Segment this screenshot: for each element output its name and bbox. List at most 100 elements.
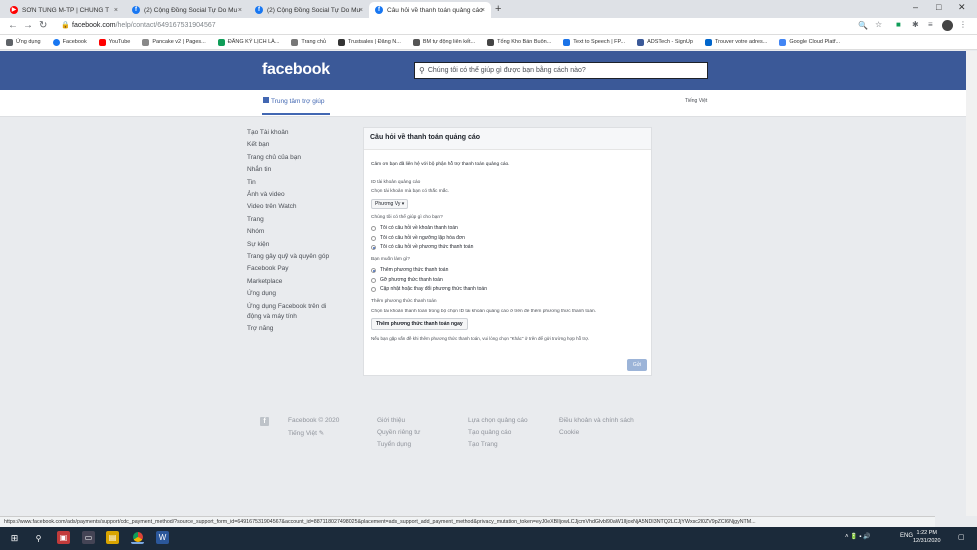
bookmark-item[interactable]: YouTube — [98, 38, 130, 46]
bookmark-item[interactable]: Trustsales | Đăng N... — [337, 38, 401, 46]
footer-link[interactable]: Điều khoản và chính sách — [559, 417, 634, 424]
chevron-down-icon: ▾ — [401, 201, 405, 207]
intro-text: Cảm ơn bạn đã liên hệ với bộ phận hỗ trợ… — [371, 162, 510, 167]
radio-option[interactable]: Tôi có câu hỏi về khoản thanh toán — [371, 225, 458, 231]
nav-item[interactable]: Ảnh và video — [247, 189, 342, 201]
footer-language[interactable]: Tiếng Việt ✎ — [288, 429, 324, 437]
footer-link[interactable]: Quyền riêng tư — [377, 429, 420, 436]
radio-option[interactable]: Cập nhật hoặc thay đổi phương thức thanh… — [371, 286, 487, 292]
browser-tab[interactable]: f (2) Cộng Đồng Social Tự Do Mu × — [249, 2, 369, 18]
copyright: Facebook © 2020 — [288, 417, 340, 424]
app-icon[interactable]: ▣ — [57, 531, 70, 544]
bookmark-item[interactable]: Trouver votre adres... — [704, 38, 767, 46]
windows-start-icon[interactable]: ⊞ — [8, 532, 21, 545]
page-scrollbar[interactable] — [966, 51, 977, 516]
nav-item[interactable]: Sự kiện — [247, 239, 342, 251]
close-icon[interactable]: × — [481, 7, 485, 14]
site-icon — [704, 38, 712, 46]
word-icon[interactable]: W — [156, 531, 169, 544]
nav-item[interactable]: Trang chủ của bạn — [247, 152, 342, 164]
help-book-icon — [263, 97, 269, 103]
nav-item[interactable]: Kết bạn — [247, 139, 342, 151]
bookmark-item[interactable]: Ứng dụng — [6, 38, 41, 46]
zoom-icon[interactable]: 🔍 — [858, 21, 868, 30]
bookmark-item[interactable]: Google Cloud Platf... — [779, 38, 840, 46]
radio-icon — [371, 277, 376, 283]
account-select[interactable]: Phương Vy ▾ — [371, 199, 409, 209]
forward-icon[interactable]: → — [23, 20, 33, 31]
nav-item[interactable]: Trang — [247, 214, 342, 226]
taskbar-clock[interactable]: 1:22 PM 12/31/2020 — [913, 529, 941, 545]
bookmark-item[interactable]: Facebook — [52, 38, 87, 46]
nav-item[interactable]: Video trên Watch — [247, 201, 342, 213]
facebook-icon — [52, 38, 60, 46]
add-payment-help: Chọn tài khoản thanh toán trong bộ chọn … — [371, 309, 596, 314]
new-tab-icon[interactable]: + — [495, 3, 501, 15]
minimize-icon[interactable]: – — [913, 2, 918, 12]
star-icon[interactable]: ☆ — [875, 20, 882, 29]
nav-item[interactable]: Trang gây quỹ và quyên góp — [247, 251, 342, 263]
browser-tab[interactable]: f (2) Cộng Đồng Social Tự Do Mu × — [126, 2, 248, 18]
bookmark-item[interactable]: Trang chủ — [291, 38, 326, 46]
file-explorer-icon[interactable]: ▤ — [106, 531, 119, 544]
nav-item[interactable]: Nhóm — [247, 226, 342, 238]
system-tray[interactable]: ˄ 🔋 ▪ 🔊 — [845, 533, 871, 540]
search-icon: ⚲ — [419, 66, 425, 75]
menu-icon[interactable]: ⋮ — [959, 20, 967, 29]
nav-item[interactable]: Nhắn tin — [247, 164, 342, 176]
footer-link[interactable]: Cookie — [559, 429, 579, 436]
input-language[interactable]: ENG — [900, 533, 913, 539]
help-center-link[interactable]: Trung tâm trợ giúp — [263, 97, 325, 105]
close-icon[interactable]: × — [114, 7, 118, 14]
nav-item[interactable]: Trợ năng — [247, 323, 342, 335]
close-icon[interactable]: × — [359, 7, 363, 14]
notification-icon[interactable]: ▢ — [958, 533, 965, 541]
bookmark-item[interactable]: ĐĂNG KÝ LỊCH LÀ... — [217, 38, 279, 46]
puzzle-icon[interactable]: ✱ — [912, 20, 919, 29]
footer-link[interactable]: Tạo quảng cáo — [468, 429, 511, 436]
browser-tab-active[interactable]: f Câu hỏi về thanh toán quảng cáo × — [369, 2, 491, 18]
search-icon[interactable]: ⚲ — [32, 532, 45, 545]
bookmark-item[interactable]: Pancake v2 | Pages... — [142, 38, 206, 46]
send-button[interactable]: Gửi — [627, 359, 647, 371]
radio-option-selected[interactable]: Thêm phương thức thanh toán — [371, 267, 448, 273]
help-search-input[interactable]: ⚲ Chúng tôi có thể giúp gì được bạn bằng… — [414, 62, 708, 79]
nav-item[interactable]: Ứng dụng Facebook trên di động và máy tí… — [247, 302, 342, 321]
task-view-icon[interactable]: ▭ — [82, 531, 95, 544]
avatar[interactable] — [942, 20, 953, 31]
nav-item[interactable]: Ứng dụng — [247, 288, 342, 300]
bookmark-item[interactable]: BM tự động liên kết... — [412, 38, 475, 46]
radio-icon — [371, 235, 376, 241]
bookmark-item[interactable]: Tổng Kho Bán Buôn... — [487, 38, 551, 46]
extension-icon[interactable]: ■ — [896, 20, 901, 29]
radio-option[interactable]: Gỡ phương thức thanh toán — [371, 277, 443, 283]
nav-item[interactable]: Facebook Pay — [247, 263, 342, 275]
radio-icon — [371, 225, 376, 231]
maximize-icon[interactable]: □ — [936, 2, 941, 12]
footer-link[interactable]: Tạo Trang — [468, 441, 498, 448]
site-icon — [337, 38, 345, 46]
nav-item[interactable]: Tạo Tài khoản — [247, 127, 342, 139]
back-icon[interactable]: ← — [8, 20, 18, 31]
footer-link[interactable]: Lựa chọn quảng cáo — [468, 417, 528, 424]
add-payment-button[interactable]: Thêm phương thức thanh toán ngay — [371, 318, 468, 330]
browser-tab[interactable]: ▶ SƠN TÙNG M-TP | CHÚNG T × — [4, 2, 124, 18]
bookmark-item[interactable]: Text to Speech | FP... — [563, 38, 625, 46]
sheets-icon — [217, 38, 225, 46]
playlist-icon[interactable]: ≡ — [928, 20, 933, 29]
close-icon[interactable]: × — [238, 7, 242, 14]
nav-item[interactable]: Tin — [247, 177, 342, 189]
facebook-logo[interactable]: facebook — [262, 61, 330, 79]
bookmark-item[interactable]: ADSTech - SignUp — [637, 38, 693, 46]
nav-item[interactable]: Marketplace — [247, 276, 342, 288]
reload-icon[interactable]: ↻ — [39, 20, 47, 31]
radio-option[interactable]: Tôi có câu hỏi về ngưỡng lập hóa đơn — [371, 235, 465, 241]
chrome-icon[interactable] — [131, 531, 144, 544]
footer-link[interactable]: Tuyển dụng — [377, 441, 411, 448]
language-link[interactable]: Tiếng Việt — [685, 98, 707, 104]
url-field[interactable]: facebook.com/help/contact/64916753190456… — [72, 22, 216, 29]
help-left-nav: Tạo Tài khoản Kết bạn Trang chủ của bạn … — [247, 127, 342, 335]
radio-option-selected[interactable]: Tôi có câu hỏi về phương thức thanh toán — [371, 244, 473, 250]
footer-link[interactable]: Giới thiệu — [377, 417, 405, 424]
close-window-icon[interactable]: ✕ — [958, 2, 966, 13]
